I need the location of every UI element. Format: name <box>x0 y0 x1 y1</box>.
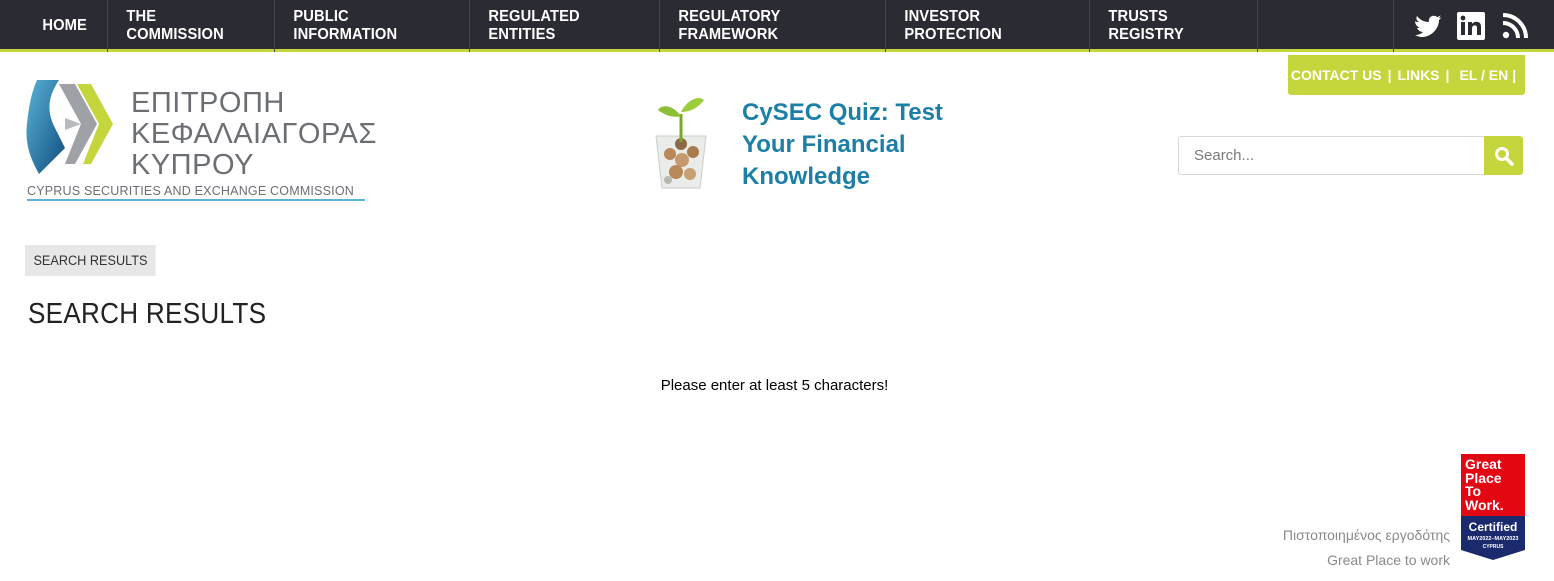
gptw-caption-line: Great Place to work <box>1327 552 1450 568</box>
search-validation-message: Please enter at least 5 characters! <box>660 377 889 394</box>
banner-line: Your Financial <box>742 131 906 158</box>
rss-icon[interactable] <box>1500 11 1530 41</box>
logo-mark-icon <box>26 80 113 174</box>
logo-greek-line: ΕΠΙΤΡΟΠΗ <box>131 87 285 119</box>
separator: | <box>1387 67 1392 83</box>
breadcrumb[interactable]: SEARCH RESULTS <box>25 245 156 276</box>
nav-the-commission[interactable]: THE COMMISSION <box>108 0 261 52</box>
language-switch[interactable]: EL / EN <box>1459 67 1508 83</box>
banner-text: CySEC Quiz: Test Your Financial Knowledg… <box>742 97 972 193</box>
nav-trusts-registry[interactable]: TRUSTS REGISTRY <box>1090 0 1244 52</box>
utility-links: CONTACT US | LINKS | EL / EN | <box>1288 55 1525 95</box>
contact-us-link[interactable]: CONTACT US <box>1291 67 1382 83</box>
separator: | <box>1445 67 1450 83</box>
social-links <box>1393 0 1554 52</box>
gptw-badge-title: Great Place To Work. <box>1461 454 1525 516</box>
gptw-badge-line: Work. <box>1465 496 1504 513</box>
search-input[interactable] <box>1178 136 1485 175</box>
gptw-certified: Certified <box>1468 520 1518 534</box>
separator: | <box>1512 67 1517 83</box>
logo-greek-line: ΚΕΦΑΛΑΙΑΓΟΡΑΣ <box>131 118 377 150</box>
logo-greek-line: ΚΥΠΡΟΥ <box>131 149 254 181</box>
gptw-caption-line: Πιστοποιημένος εργοδότης <box>1282 527 1450 543</box>
linkedin-icon[interactable] <box>1456 11 1486 41</box>
nav-public-information[interactable]: PUBLIC INFORMATION <box>275 0 453 52</box>
quiz-banner[interactable]: CySEC Quiz: Test Your Financial Knowledg… <box>648 92 968 194</box>
cysec-logo[interactable]: ΕΠΙΤΡΟΠΗ ΚΕΦΑΛΑΙΑΓΟΡΑΣ ΚΥΠΡΟΥ CYPRUS SEC… <box>25 78 376 206</box>
gptw-country: CYPRUS <box>1482 544 1504 550</box>
main-menu: HOME THE COMMISSION PUBLIC INFORMATION R… <box>24 0 1258 52</box>
search-button[interactable] <box>1484 136 1523 175</box>
search-icon <box>1494 146 1514 166</box>
banner-line: CySEC Quiz: Test <box>742 99 943 126</box>
plant-in-coin-jar-icon <box>655 98 707 189</box>
great-place-to-work-badge[interactable]: Great Place To Work. Certified MAY2022–M… <box>1461 454 1525 560</box>
nav-regulatory-framework[interactable]: REGULATORY FRAMEWORK <box>660 0 867 52</box>
gptw-caption: Πιστοποιημένος εργοδότης Great Place to … <box>1283 523 1450 573</box>
nav-investor-protection[interactable]: INVESTOR PROTECTION <box>886 0 1073 52</box>
nav-home[interactable]: HOME <box>24 0 105 52</box>
banner-line: Knowledge <box>742 163 871 190</box>
links-link[interactable]: LINKS <box>1398 67 1440 83</box>
page-title: SEARCH RESULTS <box>28 298 267 330</box>
gptw-dates: MAY2022–MAY2023 <box>1467 536 1519 542</box>
logo-greek-text: ΕΠΙΤΡΟΠΗ ΚΕΦΑΛΑΙΑΓΟΡΑΣ ΚΥΠΡΟΥ <box>131 88 377 181</box>
logo-english-text: CYPRUS SECURITIES AND EXCHANGE COMMISSIO… <box>27 184 365 201</box>
twitter-icon[interactable] <box>1412 11 1442 41</box>
nav-regulated-entities[interactable]: REGULATED ENTITIES <box>470 0 644 52</box>
top-navigation: HOME THE COMMISSION PUBLIC INFORMATION R… <box>0 0 1554 52</box>
